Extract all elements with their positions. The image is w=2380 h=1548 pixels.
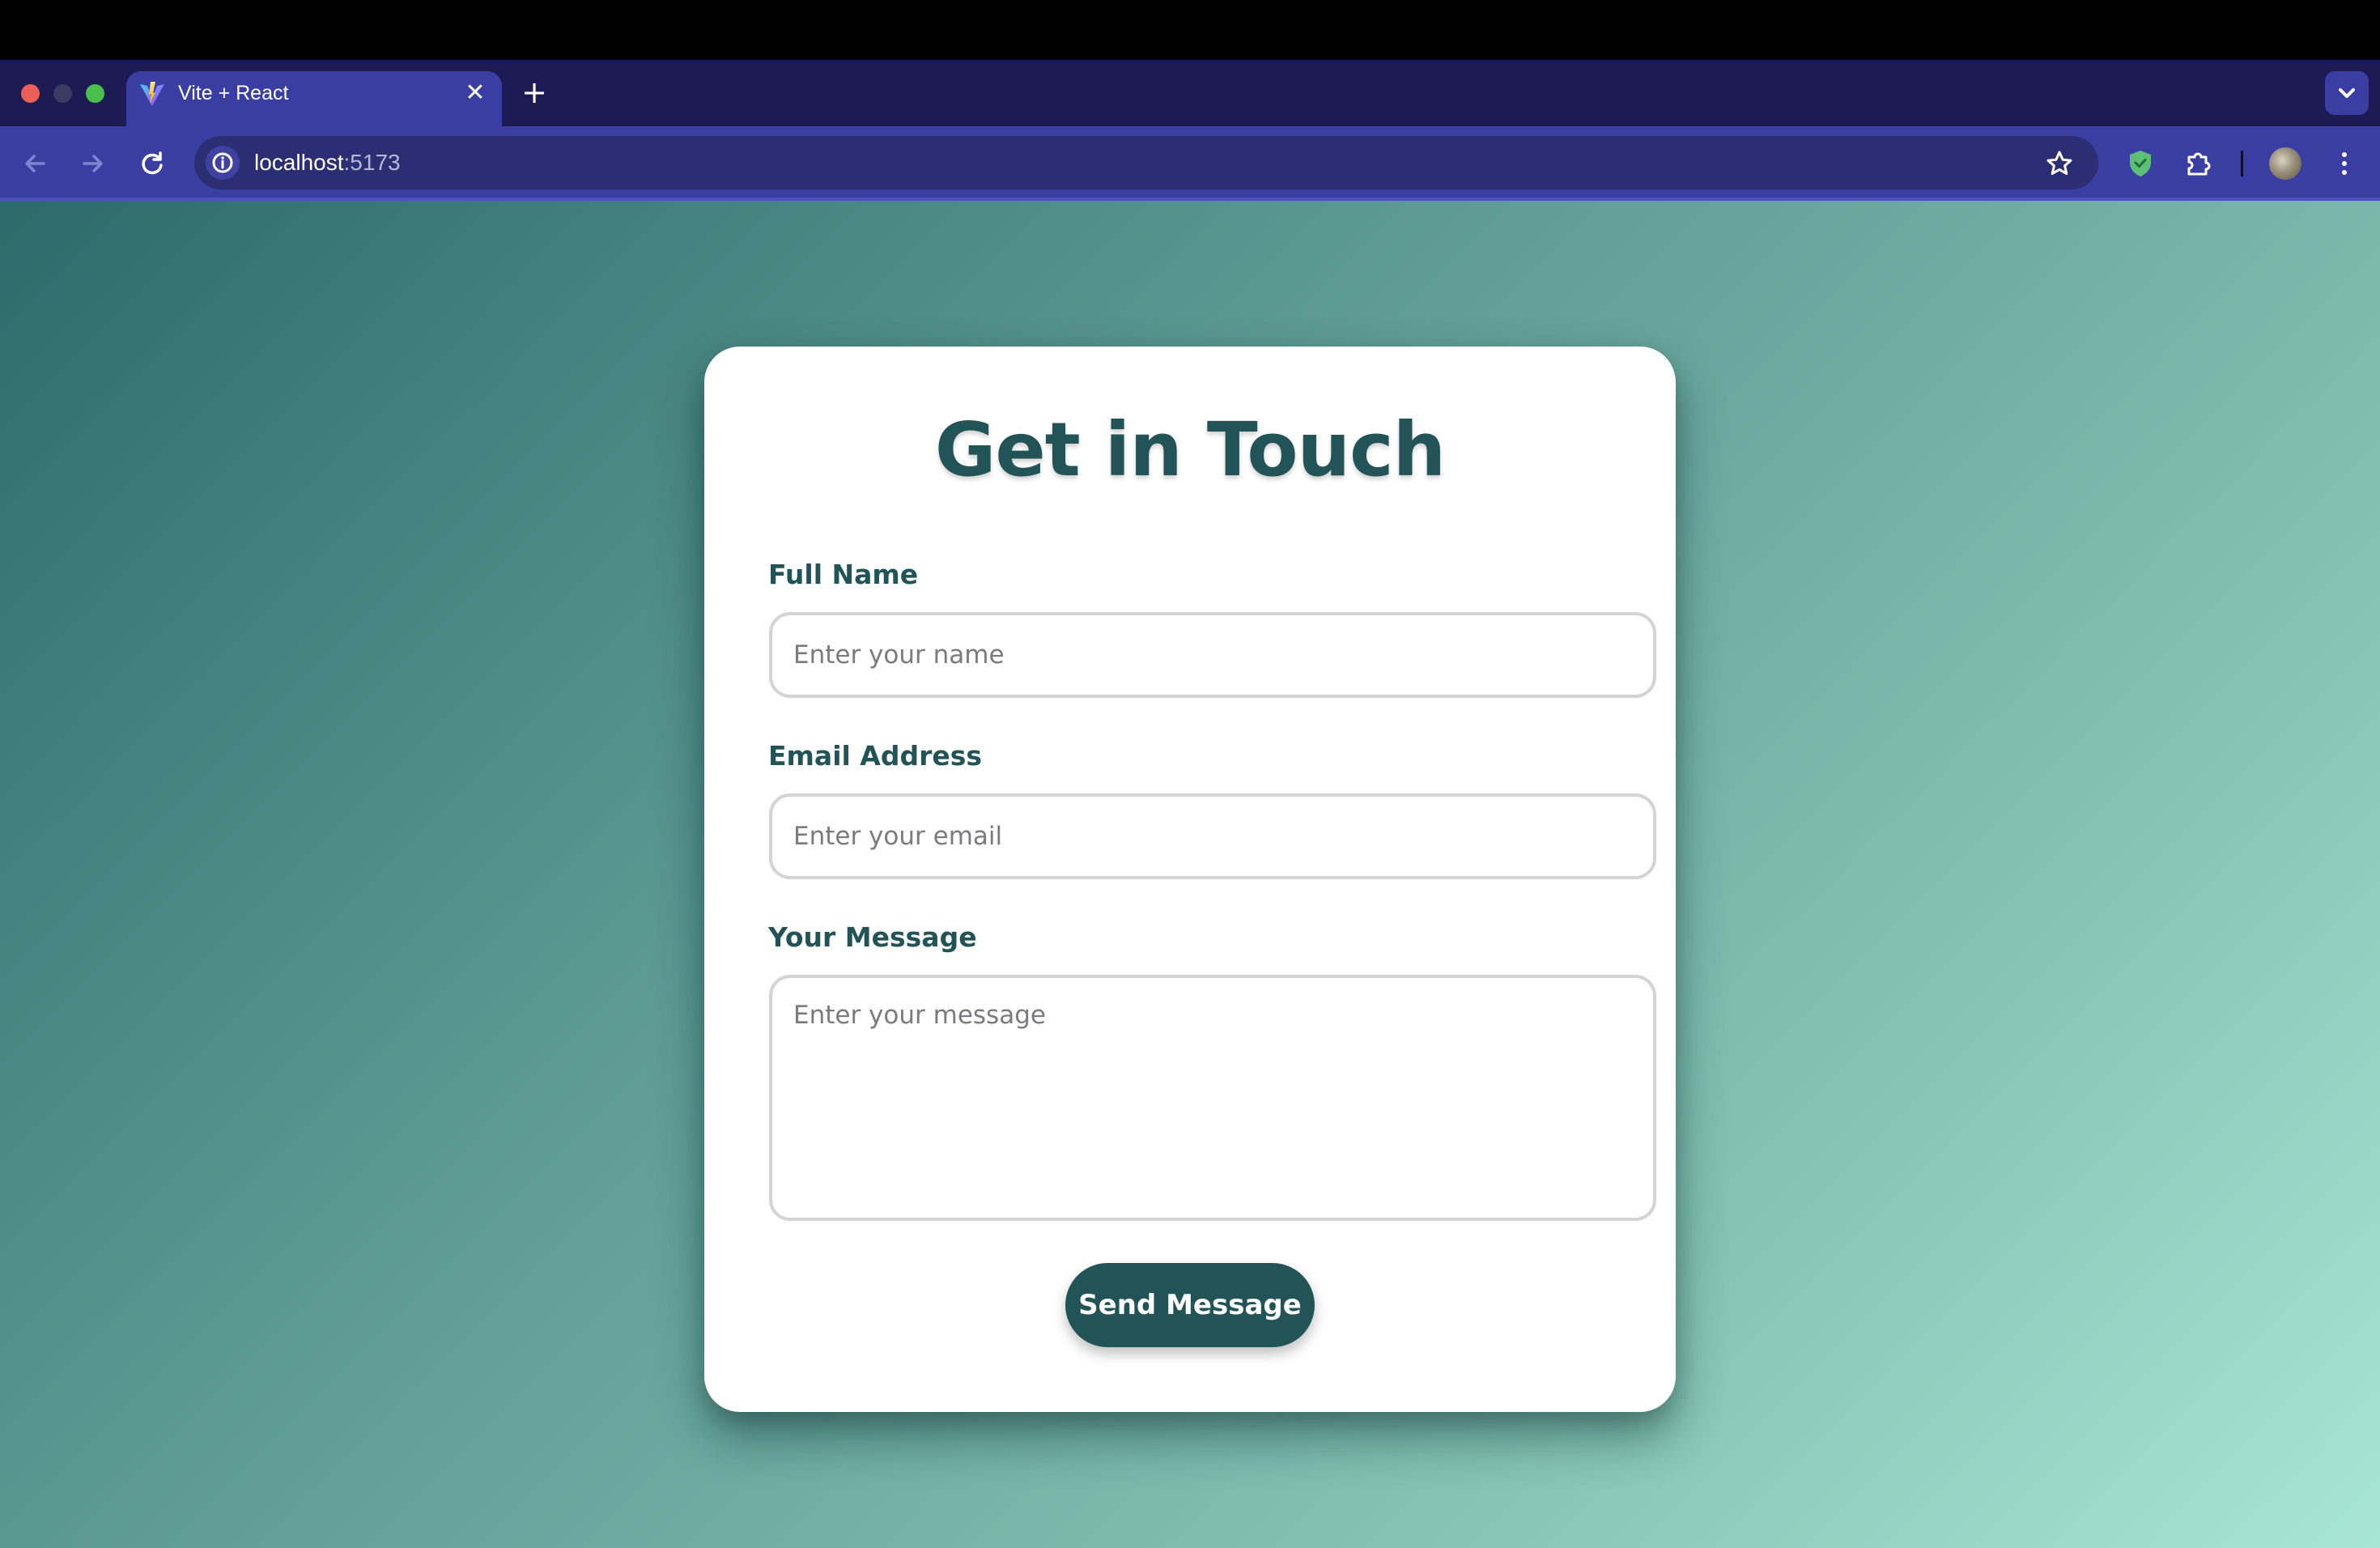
message-textarea[interactable]: [769, 975, 1656, 1221]
email-label: Email Address: [768, 740, 983, 772]
profile-avatar[interactable]: [2269, 147, 2301, 180]
tab-close-icon[interactable]: ✕: [461, 79, 489, 107]
contact-card: [704, 347, 1676, 1412]
tab-title: Vite + React: [178, 82, 289, 104]
full-name-input[interactable]: [769, 612, 1656, 698]
message-label: Your Message: [768, 921, 977, 953]
url-port: :5173: [343, 150, 401, 175]
star-icon[interactable]: [2042, 146, 2077, 181]
more-vert-icon[interactable]: [2327, 146, 2362, 181]
send-message-button[interactable]: Send Message: [1065, 1263, 1315, 1347]
system-top-bar: [0, 0, 2380, 60]
window-zoom-button[interactable]: [86, 84, 104, 103]
shield-icon[interactable]: [2123, 146, 2158, 181]
screen: Vite + React ✕ + localhost:5173 Get in T…: [0, 0, 2380, 1548]
tab-search-button[interactable]: [2325, 71, 2369, 115]
new-tab-button[interactable]: +: [518, 76, 550, 108]
url-host: localhost: [254, 150, 344, 175]
forward-arrow-icon[interactable]: [74, 146, 110, 181]
vite-icon: [140, 82, 164, 106]
reload-icon[interactable]: [134, 146, 170, 181]
site-info-button[interactable]: [206, 146, 240, 180]
window-minimize-button[interactable]: [53, 84, 72, 103]
page-title: Get in Touch: [934, 406, 1446, 493]
full-name-label: Full Name: [768, 559, 919, 590]
back-arrow-icon[interactable]: [18, 146, 53, 181]
window-close-button[interactable]: [21, 84, 40, 103]
info-icon: [212, 152, 233, 173]
email-input[interactable]: [769, 793, 1656, 879]
puzzle-icon[interactable]: [2181, 146, 2216, 181]
address-bar[interactable]: [194, 136, 2098, 189]
chevron-down-icon: [2339, 88, 2355, 98]
toolbar-separator: [2241, 151, 2243, 176]
url-text[interactable]: localhost:5173: [254, 149, 401, 176]
